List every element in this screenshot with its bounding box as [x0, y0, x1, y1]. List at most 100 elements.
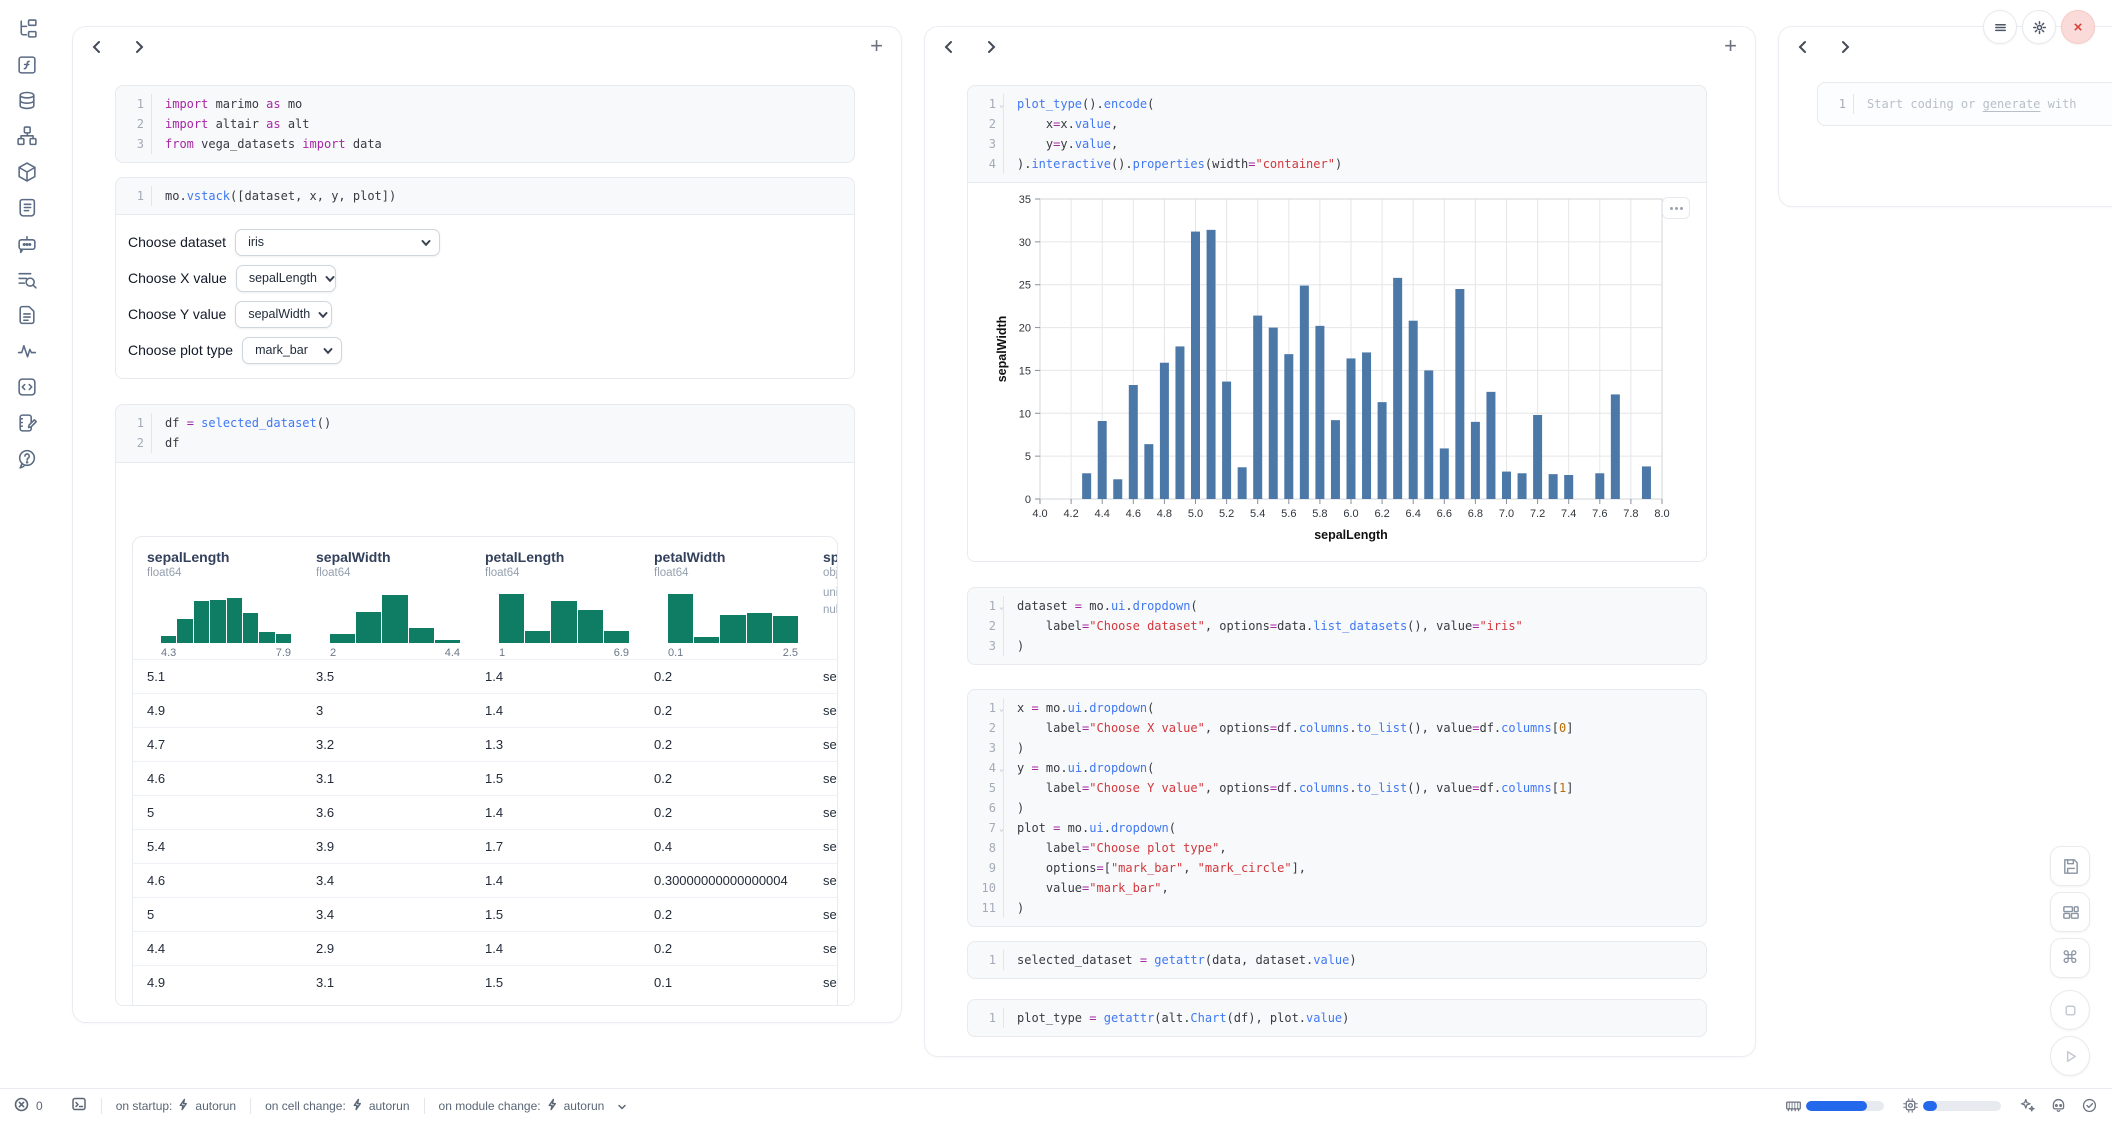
fold-icon[interactable]: ⌄ — [999, 699, 1004, 719]
snippets-icon[interactable] — [16, 376, 40, 400]
scroll-right-icon[interactable] — [131, 39, 149, 57]
table-row[interactable]: 4.931.40.2setosa — [133, 693, 837, 727]
code-editor[interactable]: 1⌄dataset = mo.ui.dropdown(2 label="Choo… — [968, 588, 1706, 664]
table-row[interactable]: 5.43.91.70.4setosa — [133, 829, 837, 863]
code-line[interactable]: 5 label="Choose Y value", options=df.col… — [968, 778, 1706, 798]
code-line[interactable]: 11) — [968, 898, 1706, 918]
code-line[interactable]: 4⌄y = mo.ui.dropdown( — [968, 758, 1706, 778]
column-histogram[interactable] — [499, 589, 629, 643]
code-editor[interactable]: 1import marimo as mo2import altair as al… — [116, 86, 854, 162]
code-line[interactable]: 7⌄plot = mo.ui.dropdown( — [968, 818, 1706, 838]
selected-dataset-cell[interactable]: 1selected_dataset = getattr(data, datase… — [967, 941, 1707, 979]
scroll-left-icon[interactable] — [1795, 39, 1813, 57]
column-histogram[interactable] — [161, 589, 291, 643]
code-editor[interactable]: 1mo.vstack([dataset, x, y, plot]) — [116, 178, 854, 214]
packages-icon[interactable] — [16, 161, 40, 185]
code-line[interactable]: 6) — [968, 798, 1706, 818]
code-line[interactable]: 2 label="Choose X value", options=df.col… — [968, 718, 1706, 738]
column-histogram[interactable] — [330, 589, 460, 643]
table-row[interactable]: 53.41.50.2setosa — [133, 897, 837, 931]
scroll-left-icon[interactable] — [89, 39, 107, 57]
scroll-right-icon[interactable] — [1837, 39, 1855, 57]
code-line[interactable]: 2import altair as alt — [116, 114, 854, 134]
code-line[interactable]: 1⌄x = mo.ui.dropdown( — [968, 698, 1706, 718]
code-editor[interactable]: 1plot_type = getattr(alt.Chart(df), plot… — [968, 1000, 1706, 1036]
code-editor[interactable]: 1selected_dataset = getattr(data, datase… — [968, 942, 1706, 978]
add-cell-button[interactable]: + — [1724, 35, 1737, 57]
copilot-button[interactable] — [2050, 1097, 2067, 1114]
logs-icon[interactable] — [16, 269, 40, 293]
ai-assistant-button[interactable] — [2019, 1097, 2036, 1114]
code-line[interactable]: 1df = selected_dataset() — [116, 413, 854, 433]
code-line[interactable]: 3from vega_datasets import data — [116, 134, 854, 154]
code-line[interactable]: 10 value="mark_bar", — [968, 878, 1706, 898]
dropdown-select[interactable]: mark_bar — [242, 337, 342, 364]
fold-icon[interactable]: ⌄ — [999, 819, 1004, 839]
table-row[interactable]: 4.63.41.40.30000000000000004setosa — [133, 863, 837, 897]
column-header[interactable]: sepalWidthfloat6424.4 — [302, 537, 471, 659]
imports-cell[interactable]: 1import marimo as mo2import altair as al… — [115, 85, 855, 163]
cell-placeholder[interactable]: Start coding or generate with — [1854, 94, 2077, 114]
code-line[interactable]: 3) — [968, 738, 1706, 758]
scratchpad-icon[interactable] — [16, 412, 40, 436]
code-line[interactable]: 3) — [968, 636, 1706, 656]
code-line[interactable]: 1⌄dataset = mo.ui.dropdown( — [968, 596, 1706, 616]
plot-type-cell[interactable]: 1plot_type = getattr(alt.Chart(df), plot… — [967, 999, 1707, 1037]
functions-icon[interactable] — [16, 54, 40, 78]
code-line[interactable]: 1import marimo as mo — [116, 94, 854, 114]
autorun-config[interactable]: on startup:autorun — [102, 1098, 250, 1114]
scripts-icon[interactable] — [16, 197, 40, 221]
column-header[interactable]: speciesobjectunique:nulls: — [809, 537, 837, 659]
dropdown-select[interactable]: sepalLength — [236, 265, 336, 292]
dropdown-select[interactable]: sepalWidth — [235, 301, 332, 328]
datasources-icon[interactable] — [16, 90, 40, 114]
chat-icon[interactable] — [16, 233, 40, 257]
connection-status[interactable] — [2081, 1097, 2098, 1114]
code-line[interactable]: 2 x=x.value, — [968, 114, 1706, 134]
code-line[interactable]: 2 label="Choose dataset", options=data.l… — [968, 616, 1706, 636]
dependency-graph-icon[interactable] — [16, 125, 40, 149]
bar-chart[interactable]: 4.04.24.44.64.85.05.25.45.65.86.06.26.46… — [994, 185, 1694, 562]
chart-cell[interactable]: 1⌄plot_type().encode(2 x=x.value,3 y=y.v… — [967, 85, 1707, 562]
run-button[interactable] — [2050, 1036, 2090, 1076]
code-line[interactable]: 4).interactive().properties(width="conta… — [968, 154, 1706, 174]
generate-link[interactable]: generate — [1983, 97, 2041, 111]
autorun-config[interactable]: on cell change:autorun — [251, 1098, 423, 1114]
column-histogram[interactable] — [668, 589, 798, 643]
dropdown-select[interactable]: iris — [235, 229, 440, 256]
code-line[interactable]: 2df — [116, 433, 854, 453]
fold-icon[interactable]: ⌄ — [999, 759, 1004, 779]
table-row[interactable]: 5.13.51.40.2setosa — [133, 659, 837, 693]
code-editor[interactable]: 1⌄x = mo.ui.dropdown(2 label="Choose X v… — [968, 690, 1706, 926]
column-header[interactable]: petalWidthfloat640.12.5 — [640, 537, 809, 659]
layout-button[interactable] — [2050, 892, 2090, 932]
keyboard-shortcuts-button[interactable]: ⌘ — [2050, 938, 2090, 978]
dataset-dropdown-cell[interactable]: 1⌄dataset = mo.ui.dropdown(2 label="Choo… — [967, 587, 1707, 665]
add-cell-button[interactable]: + — [870, 35, 883, 57]
file-explorer-icon[interactable] — [16, 18, 40, 42]
terminal-button[interactable] — [57, 1096, 101, 1115]
code-line[interactable]: 9 options=["mark_bar", "mark_circle"], — [968, 858, 1706, 878]
help-icon[interactable] — [16, 448, 40, 472]
table-row[interactable]: 4.42.91.40.2setosa — [133, 931, 837, 965]
code-line[interactable]: 1selected_dataset = getattr(data, datase… — [968, 950, 1706, 970]
documentation-icon[interactable] — [16, 304, 40, 328]
autorun-config[interactable]: on module change:autorun — [425, 1098, 642, 1114]
scroll-right-icon[interactable] — [983, 39, 1001, 57]
error-indicator[interactable]: 0 — [14, 1097, 57, 1115]
settings-button[interactable] — [2022, 10, 2056, 44]
scroll-left-icon[interactable] — [941, 39, 959, 57]
code-editor[interactable]: 1⌄plot_type().encode(2 x=x.value,3 y=y.v… — [968, 86, 1706, 182]
chart-options-button[interactable] — [1662, 197, 1690, 219]
code-line[interactable]: 1mo.vstack([dataset, x, y, plot]) — [116, 186, 854, 206]
code-editor[interactable]: 1df = selected_dataset()2df — [116, 405, 854, 461]
table-row[interactable]: 4.93.11.50.1setosa — [133, 965, 837, 999]
table-row[interactable]: 4.73.21.30.2setosa — [133, 727, 837, 761]
table-row[interactable]: 53.61.40.2setosa — [133, 795, 837, 829]
vstack-cell[interactable]: 1mo.vstack([dataset, x, y, plot]) Choose… — [115, 177, 855, 379]
tracing-icon[interactable] — [16, 340, 40, 364]
code-line[interactable]: 8 label="Choose plot type", — [968, 838, 1706, 858]
empty-cell[interactable]: 1 Start coding or generate with — [1817, 82, 2112, 126]
xy-plot-dropdown-cell[interactable]: 1⌄x = mo.ui.dropdown(2 label="Choose X v… — [967, 689, 1707, 927]
column-header[interactable]: petalLengthfloat6416.9 — [471, 537, 640, 659]
